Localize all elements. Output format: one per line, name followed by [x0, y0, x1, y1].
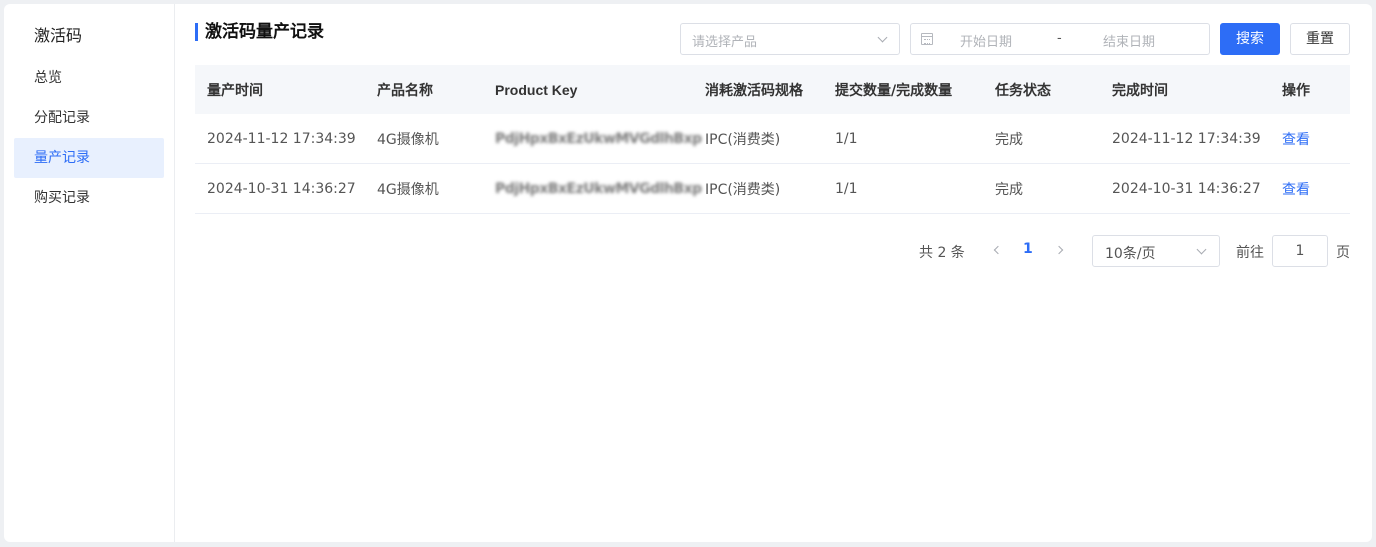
column-header-quantity: 提交数量/完成数量 — [835, 82, 953, 99]
cell-completion-time: 2024-11-12 17:34:39 — [1112, 130, 1261, 147]
cell-quantity: 1/1 — [835, 180, 858, 197]
cell-quantity: 1/1 — [835, 130, 858, 147]
cell-code-spec: IPC(消费类) — [705, 181, 781, 198]
sidebar-item-production-records[interactable]: 量产记录 — [14, 138, 164, 178]
app-frame: 激活码 总览 分配记录 量产记录 购买记录 激活码量产记录 请选择产品 开始日期… — [4, 4, 1372, 542]
search-button[interactable]: 搜索 — [1220, 23, 1280, 55]
view-link[interactable]: 查看 — [1282, 114, 1310, 163]
column-header-product-key: Product Key — [495, 81, 578, 98]
pagination: 共 2 条 1 10条/页 前往 页 — [195, 235, 1350, 267]
column-header-actions: 操作 — [1282, 82, 1310, 99]
goto-page-input[interactable] — [1272, 235, 1328, 267]
cell-product-name: 4G摄像机 — [377, 181, 439, 198]
column-header-production-time: 量产时间 — [207, 82, 263, 99]
table-row: 2024-11-12 17:34:39 4G摄像机 PdjHpxBxEzUkwM… — [195, 114, 1350, 164]
cell-task-status: 完成 — [995, 131, 1023, 148]
cell-code-spec: IPC(消费类) — [705, 131, 781, 148]
page-title: 激活码量产记录 — [195, 22, 324, 42]
page-unit-label: 页 — [1336, 245, 1350, 261]
chevron-left-icon[interactable] — [993, 245, 1003, 255]
cell-production-time: 2024-11-12 17:34:39 — [207, 130, 356, 147]
reset-button[interactable]: 重置 — [1290, 23, 1350, 55]
main-content: 激活码量产记录 请选择产品 开始日期 - 结束日期 搜索 重置 量产时间 产品名… — [195, 4, 1354, 542]
goto-label: 前往 — [1236, 245, 1264, 261]
production-records-table: 量产时间 产品名称 Product Key 消耗激活码规格 提交数量/完成数量 … — [195, 65, 1350, 214]
column-header-completion-time: 完成时间 — [1112, 82, 1168, 99]
cell-product-key-redacted: PdjHpxBxEzUkwMVGdlhBxp — [495, 130, 702, 147]
sidebar-item-purchase-records[interactable]: 购买记录 — [14, 178, 164, 218]
date-separator: - — [1057, 31, 1062, 46]
calendar-icon — [921, 33, 933, 45]
total-count: 共 2 条 — [919, 245, 965, 261]
table-row: 2024-10-31 14:36:27 4G摄像机 PdjHpxBxEzUkwM… — [195, 164, 1350, 214]
date-range-picker[interactable]: 开始日期 - 结束日期 — [910, 23, 1210, 55]
sidebar: 激活码 总览 分配记录 量产记录 购买记录 — [4, 4, 175, 542]
cell-product-name: 4G摄像机 — [377, 131, 439, 148]
start-date-input[interactable]: 开始日期 — [960, 31, 1012, 50]
cell-production-time: 2024-10-31 14:36:27 — [207, 180, 356, 197]
chevron-down-icon — [877, 32, 888, 43]
chevron-down-icon — [1196, 244, 1207, 255]
page-size-value: 10条/页 — [1105, 246, 1156, 262]
column-header-task-status: 任务状态 — [995, 82, 1051, 99]
cell-product-key-redacted: PdjHpxBxEzUkwMVGdlhBxp — [495, 180, 702, 197]
chevron-right-icon[interactable] — [1054, 245, 1064, 255]
sidebar-title: 激活码 — [34, 26, 83, 45]
product-select-placeholder: 请选择产品 — [692, 35, 758, 50]
view-link[interactable]: 查看 — [1282, 164, 1310, 213]
cell-task-status: 完成 — [995, 181, 1023, 198]
column-header-code-spec: 消耗激活码规格 — [705, 82, 803, 99]
product-select[interactable]: 请选择产品 — [680, 23, 900, 55]
sidebar-item-allocation-records[interactable]: 分配记录 — [14, 98, 164, 138]
table-header: 量产时间 产品名称 Product Key 消耗激活码规格 提交数量/完成数量 … — [195, 65, 1350, 114]
sidebar-item-overview[interactable]: 总览 — [14, 58, 164, 98]
page-number-current[interactable]: 1 — [1023, 241, 1033, 257]
end-date-input[interactable]: 结束日期 — [1103, 31, 1155, 50]
column-header-product-name: 产品名称 — [377, 82, 433, 99]
page-size-select[interactable]: 10条/页 — [1092, 235, 1220, 267]
cell-completion-time: 2024-10-31 14:36:27 — [1112, 180, 1261, 197]
